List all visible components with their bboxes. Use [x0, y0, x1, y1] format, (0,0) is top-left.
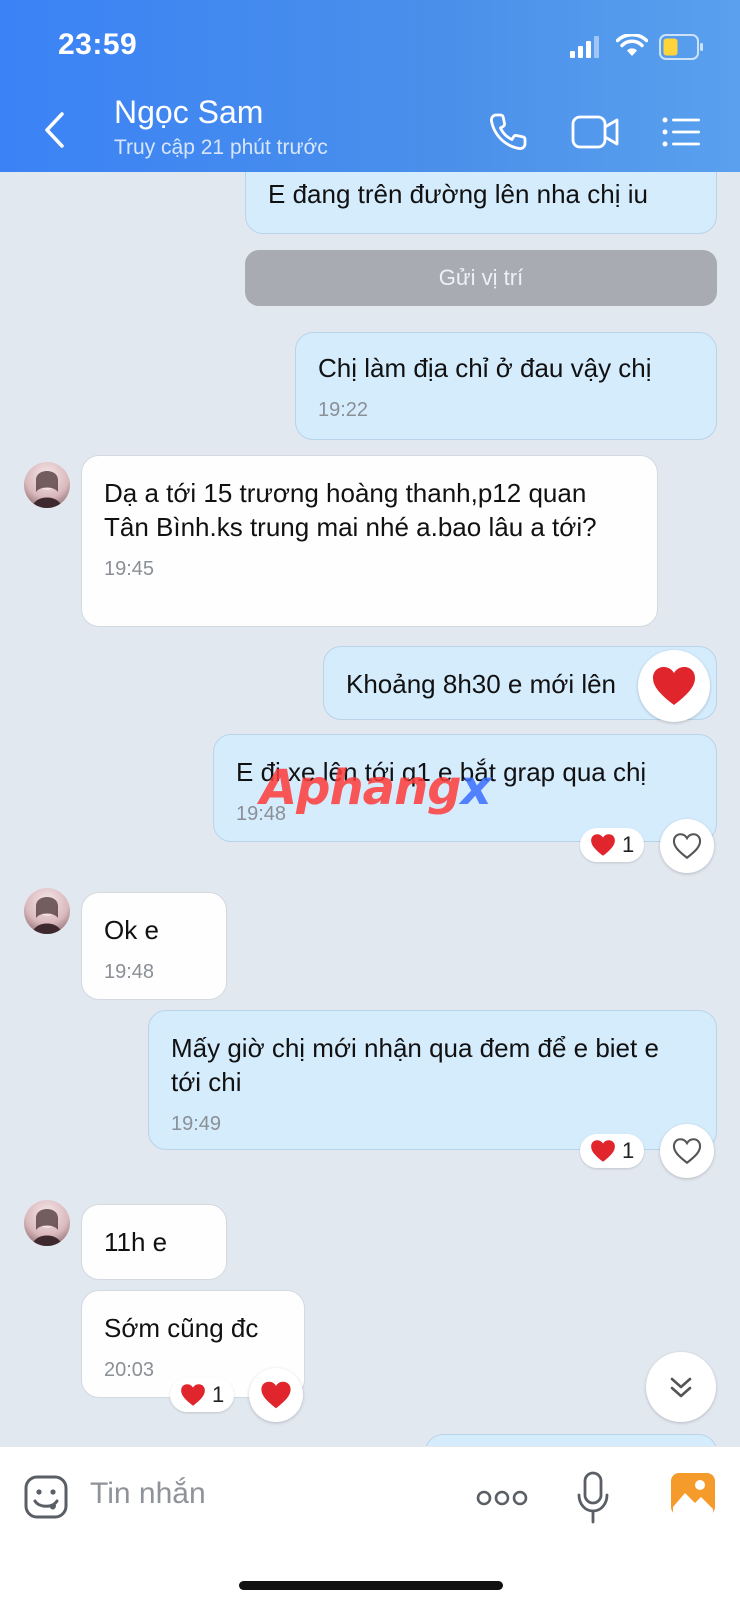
message-time: 19:45: [104, 558, 155, 580]
reaction-summary[interactable]: 1: [580, 828, 645, 862]
contact-avatar[interactable]: [24, 462, 70, 508]
heart-outline-icon: [672, 1138, 702, 1165]
message-text: 11h e: [104, 1227, 168, 1257]
chat-header: 23:59 Ngọc Sam Truy cập 21 phút trước: [0, 0, 740, 172]
status-time: 23:59: [58, 28, 138, 61]
message-time: 19:49: [171, 1113, 222, 1135]
heart-icon: [261, 1381, 291, 1409]
menu-list-icon[interactable]: [660, 112, 704, 152]
message-text: Sớm cũng đc: [104, 1313, 259, 1343]
heart-icon: [653, 667, 695, 705]
wifi-icon: [615, 33, 649, 63]
contact-avatar[interactable]: [24, 888, 70, 934]
message-input[interactable]: Tin nhắn: [90, 1477, 206, 1511]
message-input-bar: Tin nhắn: [0, 1446, 740, 1600]
location-label: Gửi vị trí: [438, 265, 524, 290]
heart-reaction-button[interactable]: [638, 650, 710, 722]
contact-avatar[interactable]: [24, 1200, 70, 1246]
battery-icon: [659, 34, 705, 65]
reaction-summary[interactable]: 1: [580, 1134, 645, 1168]
home-indicator: [239, 1581, 503, 1590]
reaction-summary[interactable]: 1: [170, 1378, 235, 1412]
outgoing-message[interactable]: Mấy giờ chị mới nhận qua đem để e biet e…: [148, 1010, 717, 1150]
message-text: Khoảng 8h30 e mới lên: [346, 669, 617, 699]
message-text: Mấy giờ chị mới nhận qua đem để e biet e…: [171, 1033, 659, 1097]
image-gallery-icon[interactable]: [668, 1469, 718, 1519]
signal-icon: [570, 36, 600, 63]
like-button[interactable]: [660, 819, 714, 873]
message-time: 19:22: [318, 399, 369, 421]
sticker-emoji-icon[interactable]: [22, 1473, 70, 1521]
outgoing-message[interactable]: E đang trên đường lên nha chị iu: [245, 172, 717, 234]
send-location-button[interactable]: Gửi vị trí: [245, 250, 717, 306]
phone-call-icon[interactable]: [484, 108, 532, 156]
double-chevron-down-icon: [670, 1377, 692, 1398]
heart-icon: [591, 834, 615, 856]
heart-reaction-button[interactable]: [249, 1368, 303, 1422]
message-text: Chị làm địa chỉ ở đau vậy chị: [318, 353, 652, 383]
watermark-logo: Aphangx: [260, 760, 492, 816]
contact-name[interactable]: Ngọc Sam: [114, 94, 263, 131]
more-options-icon[interactable]: [474, 1483, 530, 1513]
incoming-message[interactable]: 11h e: [81, 1204, 227, 1280]
last-seen-status: Truy cập 21 phút trước: [114, 136, 328, 159]
like-button[interactable]: [660, 1124, 714, 1178]
message-time: 19:48: [104, 961, 155, 983]
reaction-count: 1: [212, 1382, 225, 1407]
reaction-count: 1: [622, 1138, 635, 1163]
outgoing-message[interactable]: Chị làm địa chỉ ở đau vậy chị 19:22: [295, 332, 717, 440]
heart-outline-icon: [672, 833, 702, 860]
message-text: Dạ a tới 15 trương hoàng thanh,p12 quan …: [104, 478, 597, 542]
reaction-count: 1: [622, 832, 635, 857]
video-call-icon[interactable]: [570, 110, 622, 154]
back-arrow-icon[interactable]: [36, 110, 72, 150]
incoming-message[interactable]: Ok e 19:48: [81, 892, 227, 1000]
microphone-icon[interactable]: [572, 1467, 614, 1529]
incoming-message[interactable]: Dạ a tới 15 trương hoàng thanh,p12 quan …: [81, 455, 658, 627]
message-text: Ok e: [104, 915, 159, 945]
outgoing-message-partial[interactable]: [425, 1434, 717, 1446]
scroll-to-bottom-button[interactable]: [646, 1352, 716, 1422]
message-text: E đang trên đường lên nha chị iu: [268, 179, 648, 209]
heart-icon: [591, 1140, 615, 1162]
heart-icon: [181, 1384, 205, 1406]
